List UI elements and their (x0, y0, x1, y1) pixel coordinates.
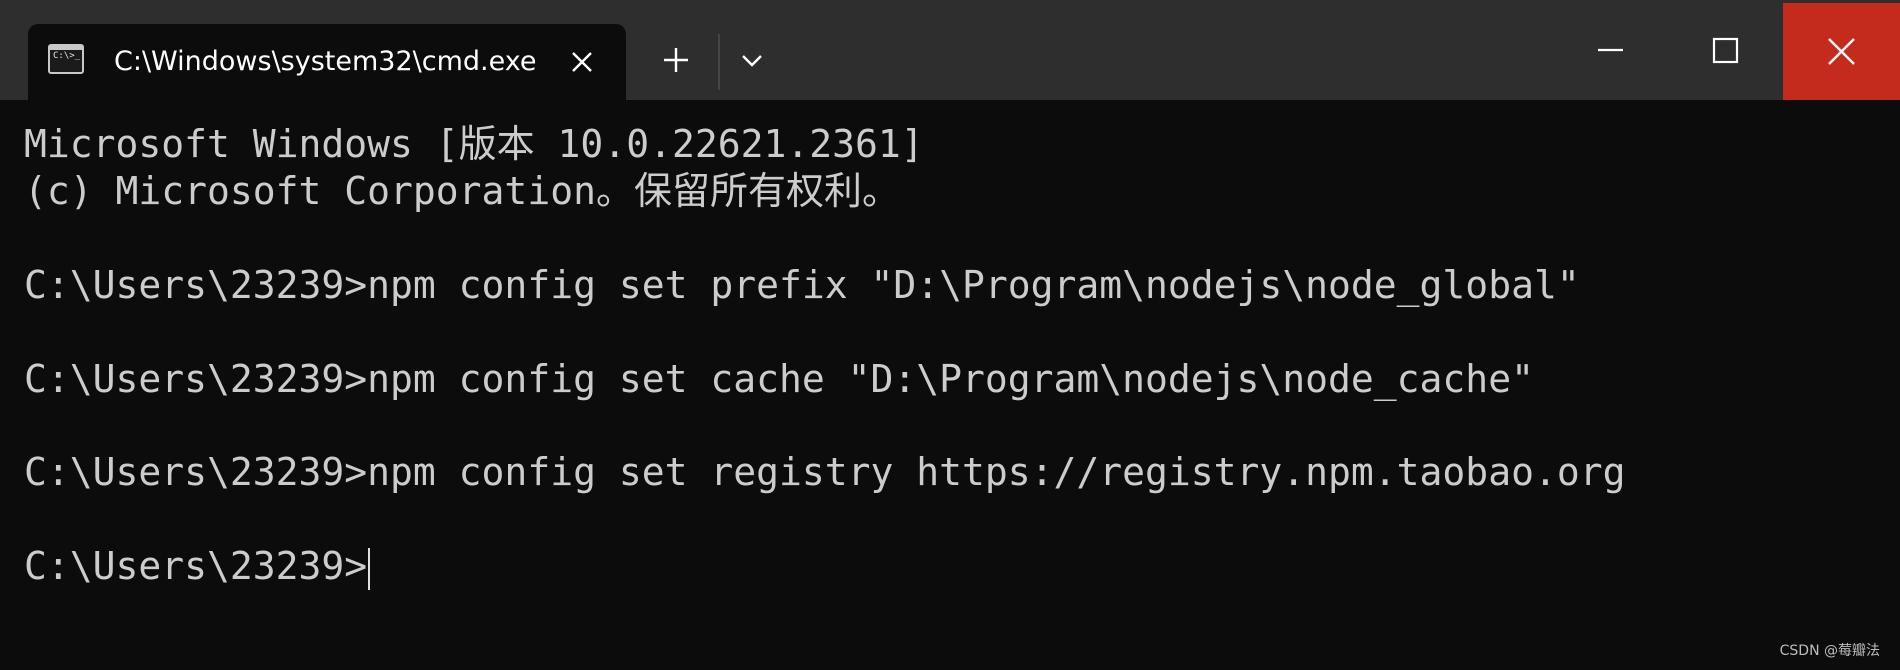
cmd-icon-label: C:\>_ (53, 51, 81, 61)
tab-title: C:\Windows\system32\cmd.exe (114, 46, 537, 77)
console-line: C:\Users\23239>npm config set prefix "D:… (24, 263, 1580, 307)
plus-icon (664, 48, 688, 72)
minimize-button[interactable] (1553, 3, 1668, 100)
maximize-button[interactable] (1668, 3, 1783, 100)
console-line: Microsoft Windows [版本 10.0.22621.2361] (24, 122, 924, 166)
close-window-button[interactable] (1783, 3, 1900, 100)
toolbar-divider (718, 34, 720, 90)
chevron-down-icon (742, 55, 762, 67)
close-icon (572, 52, 592, 72)
terminal-window: C:\>_ C:\Windows\system32\cmd.exe Micros… (0, 0, 1900, 670)
console-line: C:\Users\23239>npm config set registry h… (24, 450, 1626, 494)
prompt-text: C:\Users\23239> (24, 544, 368, 588)
console-line: C:\Users\23239>npm config set cache "D:\… (24, 357, 1534, 401)
close-icon (1828, 38, 1855, 65)
prompt-line[interactable]: C:\Users\23239> (24, 543, 371, 590)
console-line: (c) Microsoft Corporation。保留所有权利。 (24, 169, 900, 213)
tab-dropdown-button[interactable] (724, 32, 780, 88)
new-tab-button[interactable] (648, 32, 704, 88)
title-bar[interactable]: C:\>_ C:\Windows\system32\cmd.exe (0, 0, 1900, 100)
minimize-icon (1598, 48, 1623, 52)
tab-cmd[interactable]: C:\>_ C:\Windows\system32\cmd.exe (28, 24, 626, 100)
console-output[interactable]: Microsoft Windows [版本 10.0.22621.2361] (… (0, 100, 1900, 670)
tab-close-button[interactable] (560, 40, 604, 84)
cmd-icon: C:\>_ (48, 44, 84, 74)
text-cursor (368, 547, 371, 590)
watermark: CSDN @莓瓣法 (1779, 643, 1880, 659)
maximize-icon (1712, 37, 1739, 64)
